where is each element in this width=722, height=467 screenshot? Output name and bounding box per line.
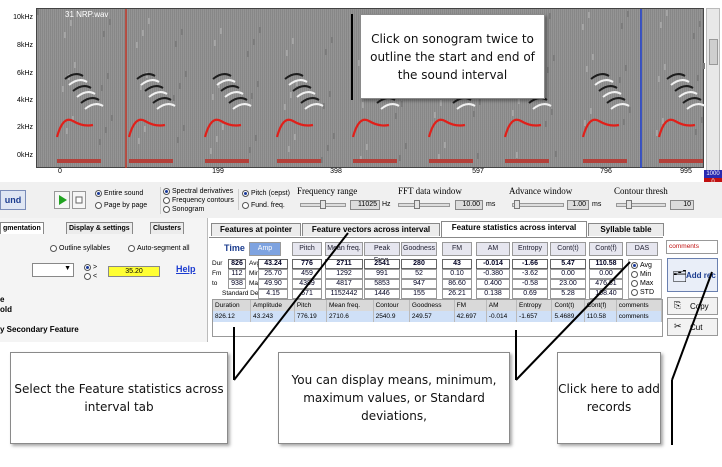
pointer-line [515,261,631,381]
pointer-lines [233,14,713,445]
pointer-line [233,232,349,381]
pointer-line [671,271,713,381]
